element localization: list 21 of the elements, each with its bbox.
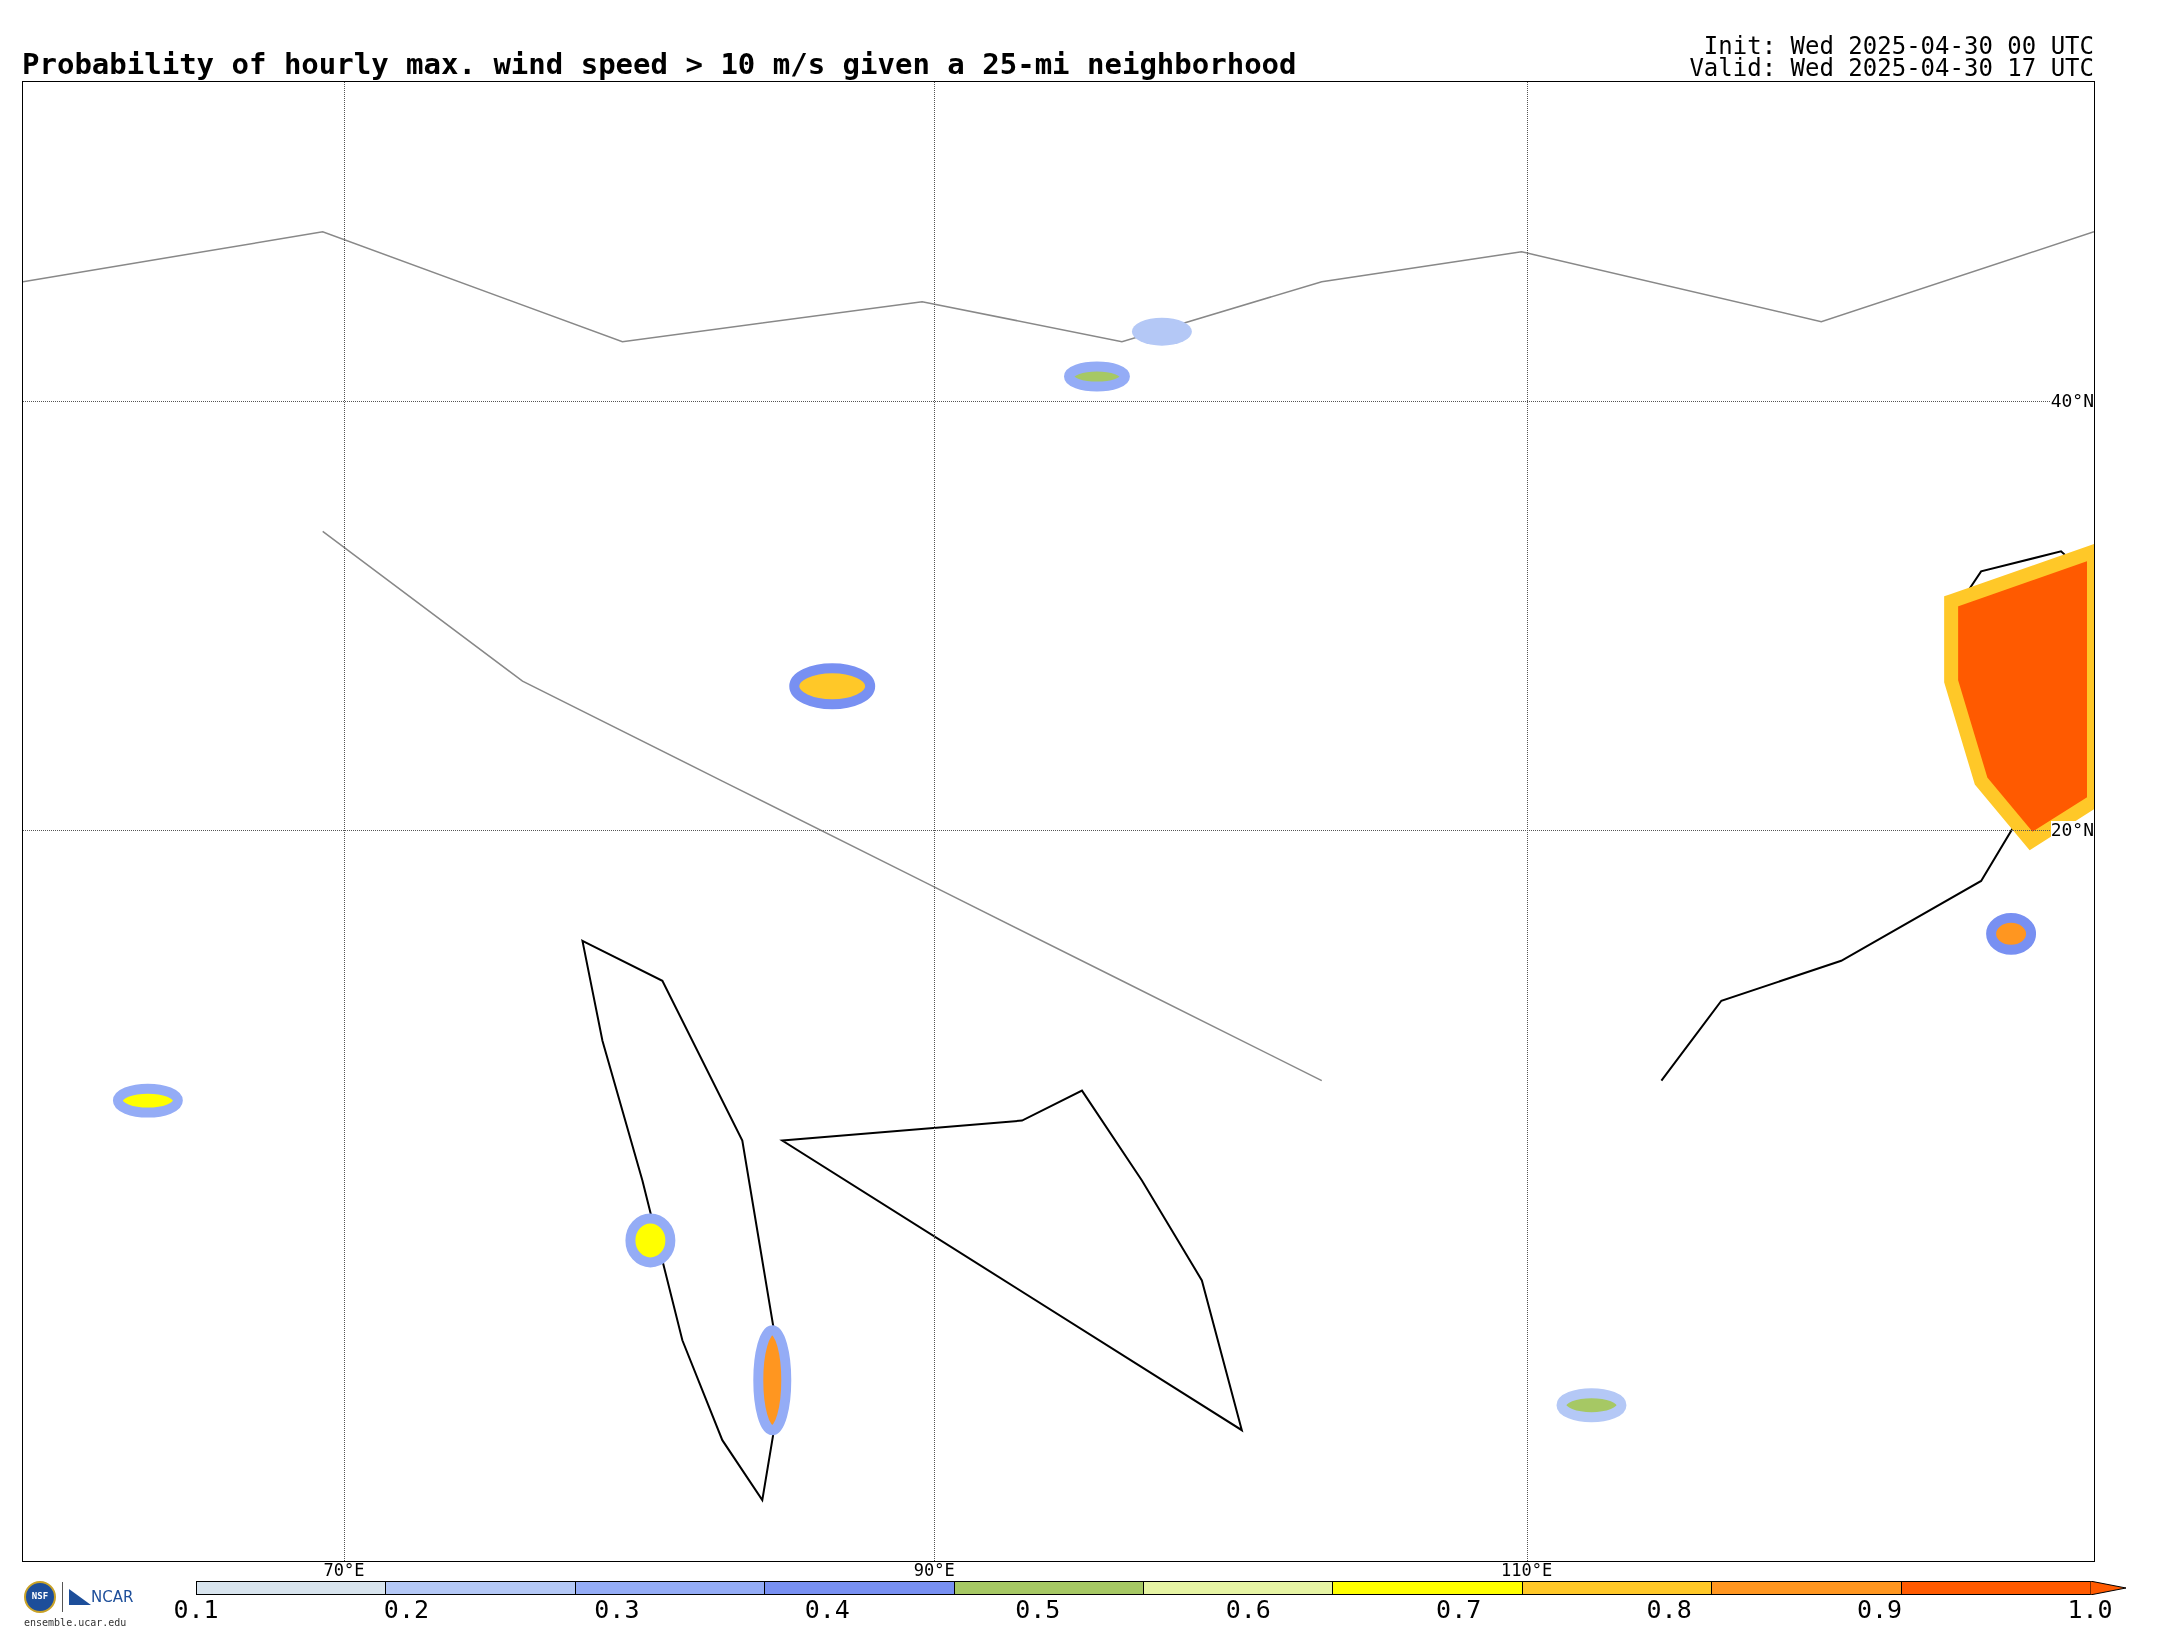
longitude-label: 110°E: [1500, 1562, 1553, 1579]
chart-title: Probability of hourly max. wind speed > 10 m/s given a 25-mi neighborhood: [22, 50, 1297, 79]
colorbar-tick-label: 0.1: [173, 1597, 219, 1622]
website-label: ensemble.ucar.edu: [24, 1616, 127, 1626]
colorbar-tick-label: 0.5: [1015, 1597, 1061, 1622]
colorbar-tick-label: 0.7: [1436, 1597, 1482, 1622]
colorbar-tick-label: 0.4: [804, 1597, 850, 1622]
colorbar-tick-label: 0.6: [1225, 1597, 1271, 1622]
ncar-logo-text: NCAR: [91, 1586, 134, 1608]
colorbar-tick-label: 0.3: [594, 1597, 640, 1622]
longitude-label: 90°E: [913, 1562, 955, 1579]
colorbar-tick-label: 1.0: [2067, 1597, 2113, 1622]
nsf-logo: NSF: [24, 1581, 56, 1613]
colorbar-tick-label: 0.8: [1646, 1597, 1692, 1622]
ncar-logo-icon: [69, 1589, 91, 1605]
colorbar-tick-label: 0.2: [383, 1597, 429, 1622]
longitude-label: 70°E: [323, 1562, 365, 1579]
run-time-label: Valid: Wed 2025-04-30 17 UTC: [1689, 57, 2094, 79]
latitude-label: 20°N: [2050, 821, 2094, 840]
colorbar-tick-label: 0.9: [1856, 1597, 1903, 1622]
run-time-label: Init: Wed 2025-04-30 00 UTC: [1703, 35, 2094, 57]
